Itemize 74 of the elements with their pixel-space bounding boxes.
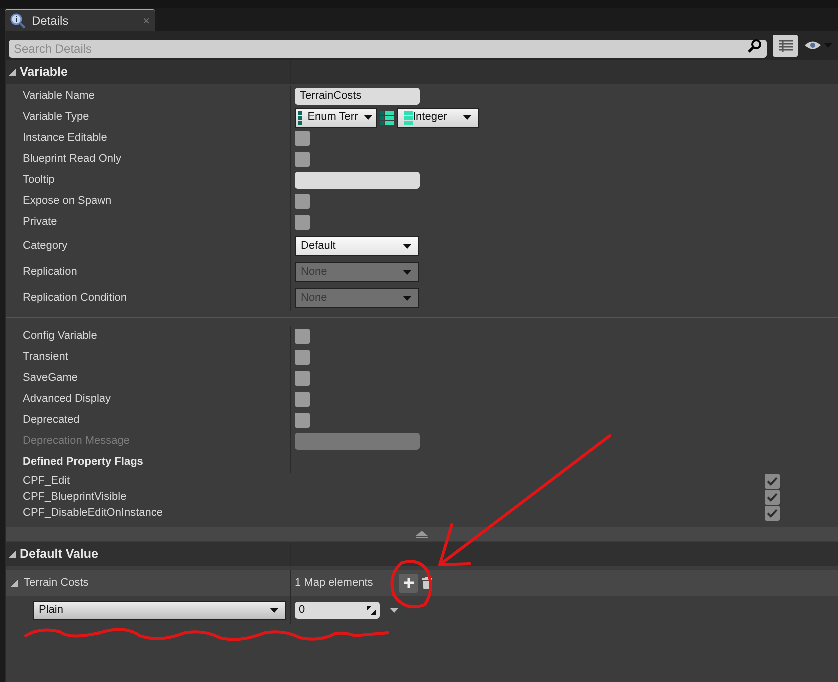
property-label: Transient [23,350,68,366]
value-type-dropdown[interactable]: Integer [397,108,479,128]
collapse-arrow-icon[interactable] [11,580,18,586]
property-label: Blueprint Read Only [23,152,122,168]
section-title: Default Value [20,546,98,563]
search-field[interactable]: Search Details [9,40,767,58]
element-count: 1 Map elements [295,576,374,591]
section-title: Variable [20,64,68,81]
collapse-arrow-icon[interactable] [9,68,16,76]
checkbox[interactable] [765,506,780,520]
checkbox[interactable] [295,152,310,167]
property-label: Variable Name [23,89,95,104]
text-field[interactable]: TerrainCosts [295,88,420,105]
checkbox[interactable] [295,215,310,230]
checkmark-icon [767,476,778,486]
eye-icon [804,40,822,51]
checkbox[interactable] [295,371,310,386]
property-label: Terrain Costs [24,576,89,591]
integer-pin-icon [404,110,413,124]
property-label: Tooltip [23,173,55,188]
checkbox[interactable] [765,474,780,488]
caret-icon [463,115,472,120]
property-label: Instance Editable [23,131,108,146]
property-label: Advanced Display [23,392,112,408]
dropdown-arrow-icon[interactable] [390,608,399,612]
resize-handle-icon [367,606,376,614]
map-pin-icon [380,110,394,124]
property-label: Private [23,215,58,230]
property-label: Expose on Spawn [23,194,112,210]
checkmark-icon [767,492,778,502]
section-header[interactable]: Default Value [6,542,838,566]
property-label: Defined Property Flags [23,455,144,470]
property-label: Deprecation Message [23,434,130,450]
checkbox[interactable] [295,413,310,428]
property-label: CPF_DisableEditOnInstance [23,506,164,521]
property-label: Replication Condition [23,290,127,306]
property-label: Category [23,238,68,254]
caret-icon [403,296,412,300]
visibility-button[interactable] [804,40,833,51]
checkbox[interactable] [295,131,310,146]
checkbox[interactable] [765,490,780,504]
enum-pin-icon [298,110,302,124]
checkbox[interactable] [295,329,310,344]
key-type-dropdown[interactable]: Enum Terr [295,108,377,128]
section-header[interactable]: Variable [6,60,838,84]
trash-icon[interactable] [422,577,432,589]
property-label: Replication [23,264,78,280]
view-options-button[interactable] [773,34,798,56]
number-field[interactable]: 0 [295,602,380,618]
magnifier-info-icon [10,12,26,28]
collapse-arrow-icon[interactable] [416,530,428,538]
property-label: Deprecated [23,413,80,428]
details-tab[interactable]: Details × [5,9,155,31]
property-label: Variable Type [23,110,90,126]
checkmark-icon [767,508,778,518]
checkbox[interactable] [295,392,310,407]
search-icon [748,38,762,52]
collapse-arrow-icon[interactable] [9,550,16,558]
caret-icon [403,244,412,248]
add-button[interactable] [399,574,418,592]
key-dropdown[interactable]: Plain [33,600,286,620]
checkbox[interactable] [295,194,310,209]
category-dropdown[interactable]: Default [295,236,419,256]
checkbox[interactable] [295,350,310,365]
text-field[interactable] [295,172,420,189]
caret-icon [364,115,373,120]
plus-icon [404,578,414,588]
grid-icon [778,40,792,52]
property-label: CPF_Edit [23,474,70,489]
property-label: Config Variable [23,329,98,344]
property-label: CPF_BlueprintVisible [23,490,127,505]
caret-icon [270,608,279,612]
caret-icon [403,270,412,274]
property-label: SaveGame [23,371,78,386]
